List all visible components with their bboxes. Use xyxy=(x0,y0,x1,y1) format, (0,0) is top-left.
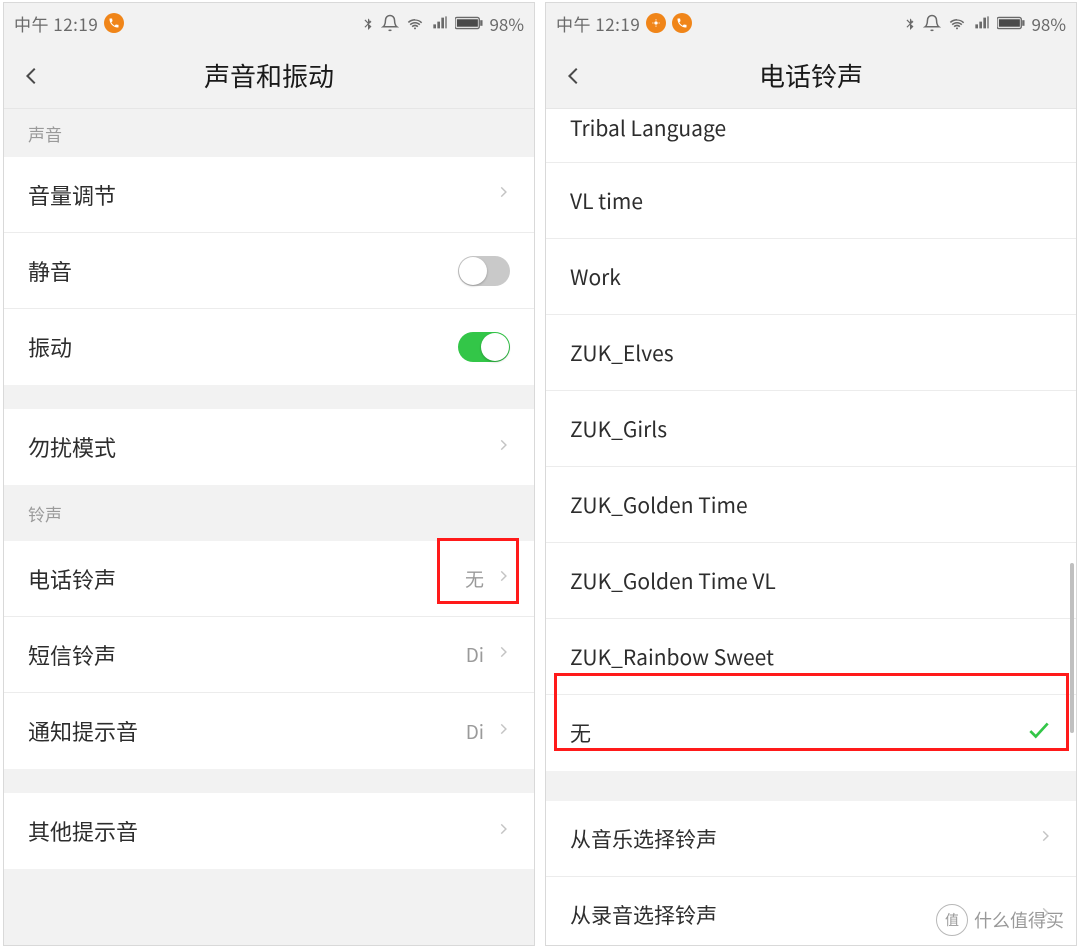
label-dnd: 勿扰模式 xyxy=(28,431,116,463)
phone-status-icon xyxy=(672,13,692,33)
alarm-icon xyxy=(381,14,399,32)
canvas: 中午 12:19 98% 声音和振动 声音 音量调节 xyxy=(0,0,1080,948)
wifi-icon xyxy=(947,15,967,31)
back-button[interactable] xyxy=(546,43,601,108)
chevron-icon xyxy=(496,818,510,845)
battery-icon xyxy=(997,16,1025,30)
label-sms-ringtone: 短信铃声 xyxy=(28,639,116,671)
ringtone-item-selected[interactable]: 无 xyxy=(546,695,1076,771)
status-time: 中午 12:19 xyxy=(14,11,98,36)
label-vibrate: 振动 xyxy=(28,331,72,363)
section-header-ring: 铃声 xyxy=(4,485,534,541)
status-time: 中午 12:19 xyxy=(556,11,640,36)
label-volume: 音量调节 xyxy=(28,179,116,211)
page-title: 电话铃声 xyxy=(546,57,1076,94)
phone-status-icon xyxy=(104,13,124,33)
ringtone-item[interactable]: Tribal Language xyxy=(546,109,1076,163)
watermark: 值 什么值得买 xyxy=(936,904,1064,936)
ringtone-item[interactable]: ZUK_Golden Time xyxy=(546,467,1076,543)
ringtone-item[interactable]: VL time xyxy=(546,163,1076,239)
status-bar: 中午 12:19 98% xyxy=(546,3,1076,43)
row-notification-sound[interactable]: 通知提示音 Di xyxy=(4,693,534,769)
chevron-icon xyxy=(496,434,510,461)
gap xyxy=(4,769,534,793)
check-icon xyxy=(1026,717,1052,750)
ringtone-item[interactable]: Work xyxy=(546,239,1076,315)
toggle-vibrate[interactable] xyxy=(458,332,510,362)
signal-icon xyxy=(431,15,449,31)
row-other-sounds[interactable]: 其他提示音 xyxy=(4,793,534,869)
value-phone-ringtone: 无 xyxy=(465,565,484,592)
row-vibrate: 振动 xyxy=(4,309,534,385)
watermark-badge: 值 xyxy=(936,904,968,936)
scrollbar-thumb[interactable] xyxy=(1070,563,1074,733)
row-from-music[interactable]: 从音乐选择铃声 xyxy=(546,801,1076,877)
label-notification-sound: 通知提示音 xyxy=(28,715,138,747)
ringtone-list[interactable]: Tribal Language VL time Work ZUK_Elves Z… xyxy=(546,109,1076,771)
alarm-icon xyxy=(923,14,941,32)
header: 声音和振动 xyxy=(4,43,534,109)
row-phone-ringtone[interactable]: 电话铃声 无 xyxy=(4,541,534,617)
chevron-icon xyxy=(496,718,510,745)
bluetooth-icon xyxy=(361,14,375,32)
status-dot-icon xyxy=(646,13,666,33)
status-bar: 中午 12:19 98% xyxy=(4,3,534,43)
chevron-icon xyxy=(496,181,510,208)
battery-pct: 98% xyxy=(489,11,524,36)
label-phone-ringtone: 电话铃声 xyxy=(28,563,116,595)
label-from-recording: 从录音选择铃声 xyxy=(570,900,717,930)
row-dnd[interactable]: 勿扰模式 xyxy=(4,409,534,485)
ringtone-item[interactable]: ZUK_Girls xyxy=(546,391,1076,467)
ringtone-item[interactable]: ZUK_Elves xyxy=(546,315,1076,391)
battery-pct: 98% xyxy=(1031,11,1066,36)
signal-icon xyxy=(973,15,991,31)
value-notification-sound: Di xyxy=(466,718,484,745)
ringtone-item[interactable]: ZUK_Golden Time VL xyxy=(546,543,1076,619)
toggle-mute[interactable] xyxy=(458,256,510,286)
label-from-music: 从音乐选择铃声 xyxy=(570,824,717,854)
row-sms-ringtone[interactable]: 短信铃声 Di xyxy=(4,617,534,693)
row-mute: 静音 xyxy=(4,233,534,309)
gap xyxy=(4,869,534,946)
gap xyxy=(4,385,534,409)
phone-sound-settings: 中午 12:19 98% 声音和振动 声音 音量调节 xyxy=(3,2,535,946)
section-header-sound: 声音 xyxy=(4,109,534,157)
page-title: 声音和振动 xyxy=(4,57,534,94)
bluetooth-icon xyxy=(903,14,917,32)
label-none: 无 xyxy=(570,718,591,748)
chevron-icon xyxy=(496,641,510,668)
value-sms-ringtone: Di xyxy=(466,641,484,668)
chevron-icon xyxy=(1038,825,1052,852)
row-volume[interactable]: 音量调节 xyxy=(4,157,534,233)
ringtone-item[interactable]: ZUK_Rainbow Sweet xyxy=(546,619,1076,695)
label-other-sounds: 其他提示音 xyxy=(28,815,138,847)
wifi-icon xyxy=(405,15,425,31)
header: 电话铃声 xyxy=(546,43,1076,109)
label-mute: 静音 xyxy=(28,255,72,287)
back-button[interactable] xyxy=(4,43,59,108)
gap xyxy=(546,771,1076,801)
phone-ringtone-picker: 中午 12:19 98% 电话铃声 xyxy=(545,2,1077,946)
chevron-icon xyxy=(496,565,510,592)
battery-icon xyxy=(455,16,483,30)
watermark-text: 什么值得买 xyxy=(974,907,1064,933)
